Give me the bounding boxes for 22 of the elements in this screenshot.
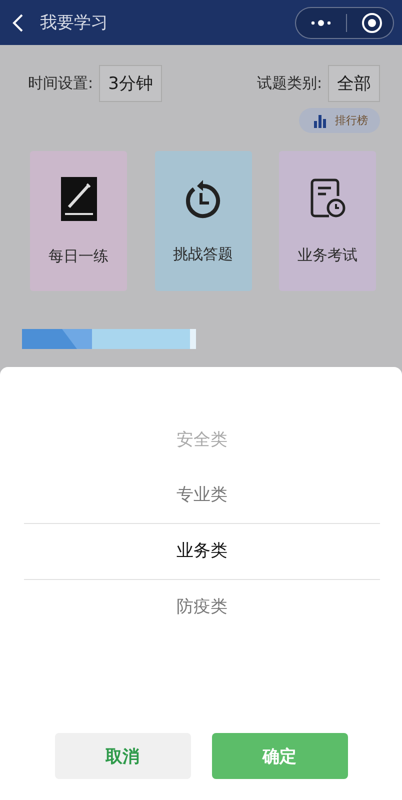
page-title: 我要学习	[40, 12, 109, 34]
bar-chart-icon	[313, 114, 327, 128]
close-icon[interactable]	[361, 12, 383, 34]
tile-label: 每日一练	[48, 246, 108, 266]
category-selector[interactable]: 全部	[328, 65, 380, 102]
pencil-icon	[60, 176, 96, 220]
tile-label: 挑战答题	[173, 244, 233, 264]
document-clock-icon	[308, 178, 346, 220]
picker-option[interactable]: 防疫类	[24, 580, 380, 635]
category-label: 试题类别:	[256, 74, 322, 93]
more-icon[interactable]	[310, 18, 332, 26]
picker-option[interactable]: 业务类	[24, 523, 380, 580]
ranking-button[interactable]: 排行榜	[299, 108, 380, 133]
time-selector[interactable]: 3分钟	[99, 65, 162, 102]
picker-option[interactable]: 专业类	[24, 468, 380, 523]
back-icon[interactable]	[12, 12, 24, 32]
feature-tile[interactable]: 业务考试	[279, 151, 376, 291]
feature-tile[interactable]: 每日一练	[30, 151, 127, 291]
time-label: 时间设置:	[28, 74, 94, 93]
clock-arrow-icon	[184, 178, 222, 218]
tile-label: 业务考试	[298, 246, 358, 264]
feature-tile[interactable]: 挑战答题	[154, 151, 252, 291]
